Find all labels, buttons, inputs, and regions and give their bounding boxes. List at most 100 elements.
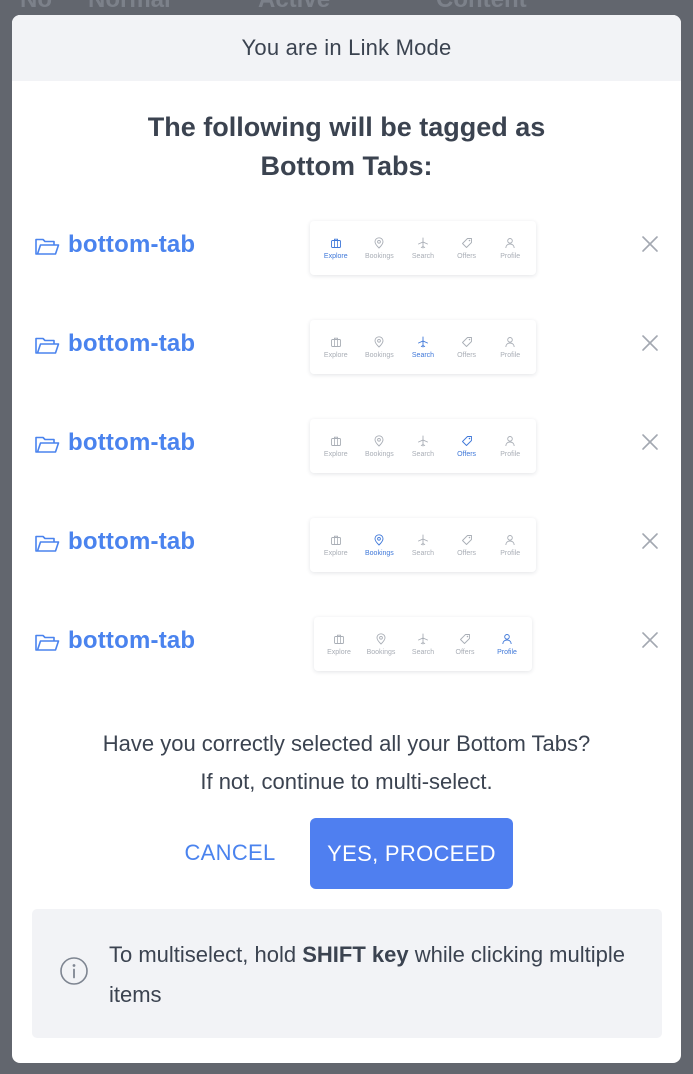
bottom-tab-preview: Explore Bookings Search Offers Profile	[310, 320, 536, 374]
plane-icon	[418, 336, 428, 347]
location-pin-icon	[374, 533, 384, 546]
location-pin-icon	[374, 236, 384, 249]
user-icon	[505, 237, 515, 248]
preview-tab-offers: Offers	[447, 336, 487, 359]
location-pin-icon	[374, 335, 384, 348]
plane-icon	[418, 534, 428, 545]
title-line-2: Bottom Tabs:	[260, 151, 433, 181]
bottom-tab-preview: Explore Bookings Search Offers Profile	[310, 518, 536, 572]
preview-tab-explore: Explore	[316, 534, 356, 557]
preview-tab-label: Explore	[323, 549, 348, 557]
tag-icon	[460, 633, 470, 644]
preview-tab-label: Bookings	[366, 648, 396, 656]
preview-tab-bookings: Bookings	[359, 533, 399, 557]
info-icon	[60, 957, 88, 985]
dialog-title: The following will be tagged as Bottom T…	[12, 108, 681, 186]
link-mode-dialog: You are in Link Mode The following will …	[12, 15, 681, 1063]
item-label[interactable]: bottom-tab	[68, 429, 195, 457]
preview-tab-label: Offers	[457, 252, 477, 260]
close-icon[interactable]	[640, 234, 660, 254]
preview-tab-explore: Explore	[316, 237, 356, 260]
folder-icon	[35, 535, 60, 552]
tag-icon	[461, 336, 472, 347]
preview-tab-search: Search	[403, 633, 443, 656]
tag-icon	[461, 435, 472, 446]
preview-tab-label: Profile	[500, 252, 521, 260]
preview-tab-explore: Explore	[316, 435, 356, 458]
preview-tab-bookings: Bookings	[359, 335, 399, 359]
close-icon[interactable]	[640, 531, 660, 551]
yes-proceed-button[interactable]: YES, PROCEED	[310, 818, 513, 889]
dialog-header: You are in Link Mode	[12, 15, 681, 81]
briefcase-icon	[330, 238, 341, 248]
tip-text-bold: SHIFT key	[302, 942, 409, 967]
preview-tab-explore: Explore	[319, 633, 359, 656]
folder-icon	[35, 634, 60, 651]
bottom-tab-preview: Explore Bookings Search Offers Profile	[310, 419, 536, 473]
item-label[interactable]: bottom-tab	[68, 330, 195, 358]
preview-tab-label: Profile	[497, 648, 517, 656]
user-icon	[505, 435, 515, 446]
preview-tab-bookings: Bookings	[361, 632, 401, 656]
background-header-active: Active	[258, 0, 330, 14]
question-line-2: If not, continue to multi-select.	[200, 769, 493, 794]
preview-tab-bookings: Bookings	[359, 236, 399, 260]
preview-tab-label: Bookings	[364, 549, 394, 557]
preview-tab-label: Profile	[500, 450, 521, 458]
preview-tab-label: Explore	[323, 450, 348, 458]
preview-tab-label: Search	[411, 648, 435, 656]
user-icon	[502, 633, 512, 644]
title-line-1: The following will be tagged as	[147, 112, 546, 142]
cancel-button[interactable]: CANCEL	[164, 818, 296, 888]
tagged-items-list: bottom-tab Explore Bookings Search Offers Pro…	[12, 197, 681, 692]
plane-icon	[418, 633, 428, 644]
close-icon[interactable]	[640, 333, 660, 353]
preview-tab-search: Search	[403, 336, 443, 359]
preview-tab-offers: Offers	[447, 435, 487, 458]
bottom-tab-preview: Explore Bookings Search Offers Profile	[314, 617, 532, 671]
preview-tab-label: Search	[411, 351, 435, 359]
confirmation-question: Have you correctly selected all your Bot…	[12, 725, 681, 801]
preview-tab-label: Offers	[457, 351, 477, 359]
tag-icon	[461, 534, 472, 545]
item-label[interactable]: bottom-tab	[68, 627, 195, 655]
tip-text-before: To multiselect, hold	[109, 942, 303, 967]
bottom-tab-preview: Explore Bookings Search Offers Profile	[310, 221, 536, 275]
preview-tab-search: Search	[403, 237, 443, 260]
folder-icon	[35, 337, 60, 354]
folder-icon	[35, 436, 60, 453]
folder-icon	[35, 238, 60, 255]
preview-tab-profile: Profile	[487, 633, 527, 656]
briefcase-icon	[330, 436, 341, 446]
preview-tab-search: Search	[403, 435, 443, 458]
user-icon	[505, 336, 515, 347]
background-header-normal: Normal	[88, 0, 171, 14]
preview-tab-label: Offers	[457, 549, 477, 557]
location-pin-icon	[374, 434, 384, 447]
preview-tab-label: Explore	[327, 648, 351, 656]
preview-tab-label: Search	[411, 549, 435, 557]
item-label[interactable]: bottom-tab	[68, 528, 195, 556]
user-icon	[505, 534, 515, 545]
background-header-no: No	[20, 0, 52, 14]
preview-tab-label: Explore	[323, 351, 348, 359]
tagged-item-row: bottom-tab Explore Bookings Search Offers Pro…	[12, 395, 681, 494]
background-table-header: No Normal Active Content	[0, 0, 693, 16]
plane-icon	[418, 237, 428, 248]
preview-tab-label: Offers	[455, 648, 475, 656]
preview-tab-offers: Offers	[447, 237, 487, 260]
preview-tab-label: Bookings	[364, 252, 394, 260]
plane-icon	[418, 435, 428, 446]
preview-tab-label: Search	[411, 252, 435, 260]
tagged-item-row: bottom-tab Explore Bookings Search Offers Pro…	[12, 494, 681, 593]
item-label[interactable]: bottom-tab	[68, 231, 195, 259]
preview-tab-profile: Profile	[490, 237, 530, 260]
briefcase-icon	[334, 634, 344, 644]
preview-tab-label: Offers	[457, 450, 477, 458]
background-header-content: Content	[436, 0, 527, 14]
close-icon[interactable]	[640, 432, 660, 452]
tagged-item-row: bottom-tab Explore Bookings Search Offers Pro…	[12, 593, 681, 692]
preview-tab-label: Profile	[500, 549, 521, 557]
preview-tab-label: Search	[411, 450, 435, 458]
close-icon[interactable]	[640, 630, 660, 650]
